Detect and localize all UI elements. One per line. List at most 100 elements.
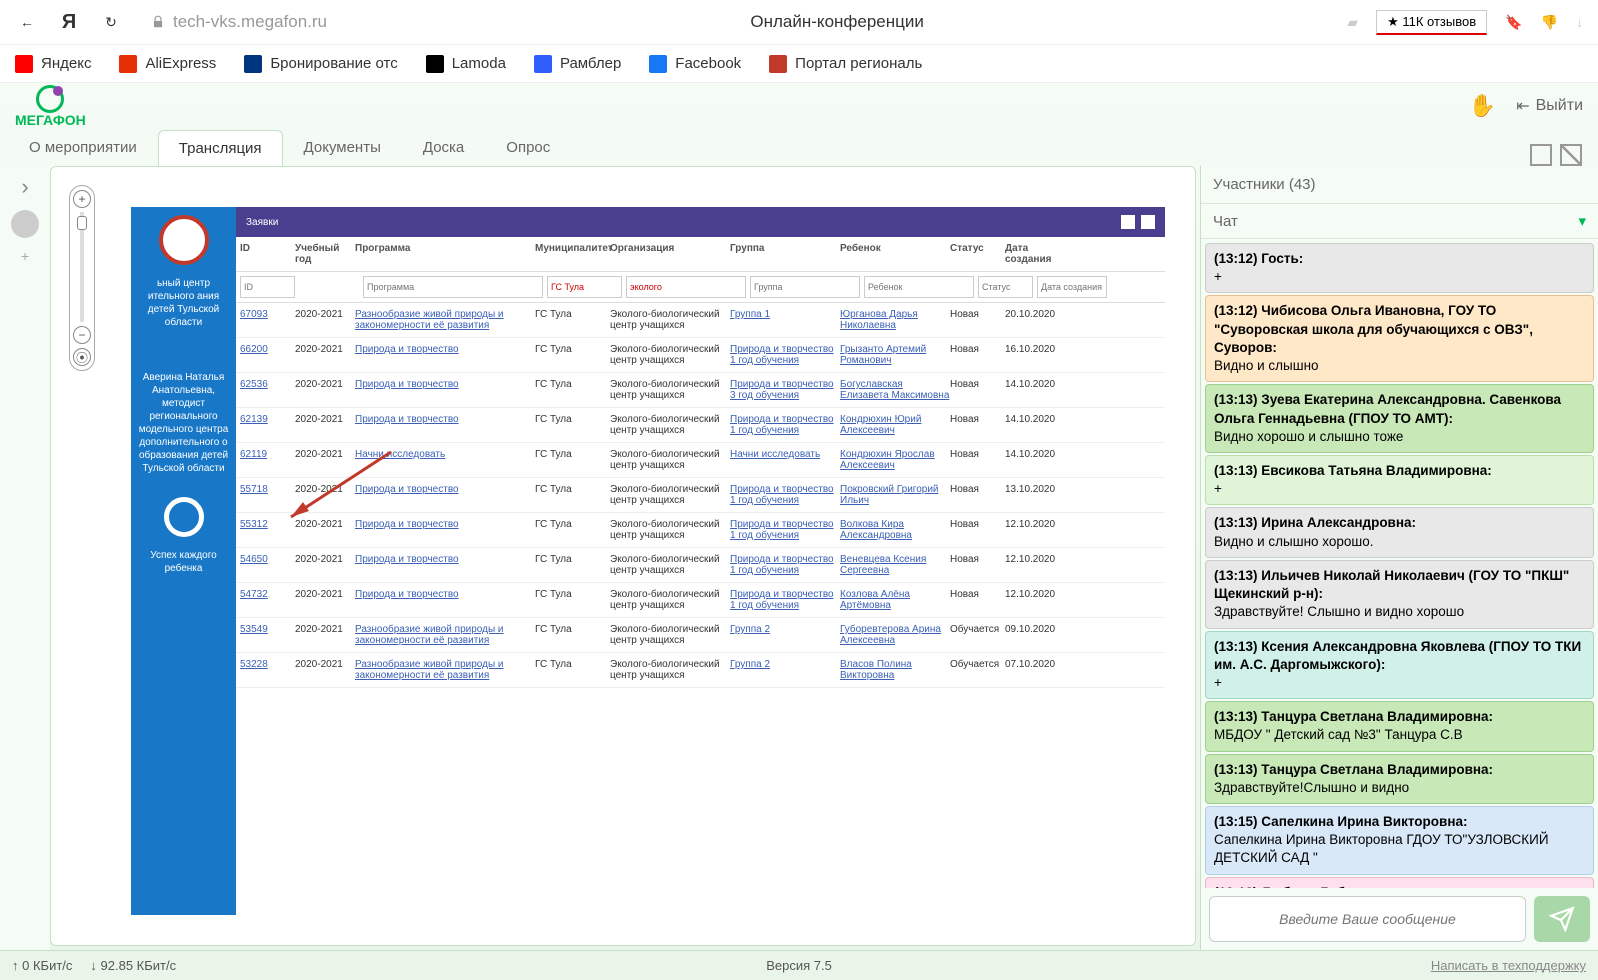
chat-input-row — [1201, 888, 1598, 950]
filter-id[interactable] — [240, 276, 295, 298]
bookmark-item[interactable]: Facebook — [649, 55, 741, 73]
bookmark-item[interactable]: AliExpress — [119, 55, 216, 73]
exit-button[interactable]: ⇤ Выйти — [1516, 96, 1583, 116]
org-title: ьный центр ительного ания детей Тульской… — [137, 277, 230, 329]
presenter-name: Аверина Наталья Анатольевна, методист ре… — [137, 371, 230, 475]
bookmark-item[interactable]: Портал региональ — [769, 55, 922, 73]
grid-icon[interactable] — [1121, 215, 1135, 229]
avatar[interactable] — [11, 210, 39, 238]
table-row[interactable]: 621392020-2021Природа и творчествоГС Тул… — [236, 408, 1165, 443]
ring-icon — [164, 497, 204, 537]
zoom-in-button[interactable]: + — [73, 190, 91, 208]
table-row[interactable]: 662002020-2021Природа и творчествоГС Тул… — [236, 338, 1165, 373]
logo-icon — [36, 85, 64, 113]
bookmark-item[interactable]: Рамблер — [534, 55, 621, 73]
main-row: › + + − ⦿ ьный центр ительного ания дете… — [0, 166, 1598, 950]
bookmark-item[interactable]: Яндекс — [15, 55, 91, 73]
back-button[interactable]: ← — [15, 10, 39, 34]
zoom-slider[interactable] — [80, 212, 84, 322]
status-bar: ↑ 0 КБит/с ↓ 92.85 КБит/с Версия 7.5 Нап… — [0, 950, 1598, 980]
table-row[interactable]: 670932020-2021Разнообразие живой природы… — [236, 303, 1165, 338]
tab-Трансляция[interactable]: Трансляция — [158, 130, 283, 166]
exit-icon: ⇤ — [1516, 96, 1529, 116]
page-title: Онлайн-конференции — [345, 12, 1329, 32]
left-column: › + — [0, 166, 50, 950]
app-header: МЕГАФОН ✋ ⇤ Выйти — [0, 83, 1598, 128]
chat-message: (13:12) Гость:+ — [1205, 243, 1594, 293]
zoom-control: + − ⦿ — [69, 185, 95, 371]
megafon-logo: МЕГАФОН — [15, 85, 86, 127]
minimize-button[interactable] — [1530, 144, 1552, 166]
chat-message: (13:13) Ксения Александровна Яковлева (Г… — [1205, 631, 1594, 700]
yandex-button[interactable]: Я — [57, 10, 81, 34]
table-row[interactable]: 547322020-2021Природа и творчествоГС Тул… — [236, 583, 1165, 618]
bookmark-item[interactable]: Lamoda — [426, 55, 506, 73]
filter-mun[interactable] — [547, 276, 622, 298]
table-row[interactable]: 553122020-2021Природа и творчествоГС Тул… — [236, 513, 1165, 548]
table-row[interactable]: 557182020-2021Природа и творчествоГС Тул… — [236, 478, 1165, 513]
tab-О мероприятии[interactable]: О мероприятии — [8, 129, 158, 166]
send-icon — [1549, 906, 1575, 932]
shared-screen: ьный центр ительного ания детей Тульской… — [131, 207, 1165, 915]
chat-header[interactable]: Чат ▾ — [1201, 204, 1598, 239]
table-row[interactable]: 621192020-2021Начни исследоватьГС ТулаЭк… — [236, 443, 1165, 478]
tab-Доска[interactable]: Доска — [402, 129, 485, 166]
table-titlebar: Заявки — [236, 207, 1165, 237]
expand-icon[interactable] — [1141, 215, 1155, 229]
send-button[interactable] — [1534, 896, 1590, 942]
chat-message: (13:15) Сапелкина Ирина Викторовна:Сапел… — [1205, 806, 1594, 875]
chat-list[interactable]: (13:12) Гость:+(13:12) Чибисова Ольга Ив… — [1201, 239, 1598, 888]
tabs-row: О мероприятииТрансляцияДокументыДоскаОпр… — [0, 128, 1598, 166]
fullscreen-button[interactable] — [1560, 144, 1582, 166]
table-header-row: IDУчебный годПрограммаМуниципалитетОрган… — [236, 237, 1165, 272]
tab-Документы[interactable]: Документы — [283, 129, 402, 166]
browser-toolbar: ← Я ↻ tech-vks.megafon.ru Онлайн-конфере… — [0, 0, 1598, 45]
participants-header[interactable]: Участники (43) — [1201, 166, 1598, 204]
zoom-reset-button[interactable]: ⦿ — [73, 348, 91, 366]
upload-speed: ↑ 0 КБит/с — [12, 958, 72, 973]
tab-Опрос[interactable]: Опрос — [485, 129, 571, 166]
data-table-area: Заявки IDУчебный годПрограммаМуниципалит… — [236, 207, 1165, 915]
support-link[interactable]: Написать в техподдержку — [1431, 958, 1586, 973]
extension-icon[interactable]: 👎 — [1541, 14, 1558, 31]
table-row[interactable]: 625362020-2021Природа и творчествоГС Тул… — [236, 373, 1165, 408]
lock-icon — [151, 15, 165, 29]
chat-message: (13:13) Евсикова Татьяна Владимировна:+ — [1205, 455, 1594, 505]
address-bar[interactable]: tech-vks.megafon.ru — [151, 12, 327, 32]
app-container: МЕГАФОН ✋ ⇤ Выйти О мероприятииТрансляци… — [0, 83, 1598, 980]
filter-org[interactable] — [626, 276, 746, 298]
bookmark-item[interactable]: Бронирование отс — [244, 55, 397, 73]
chat-message: (13:12) Чибисова Ольга Ивановна, ГОУ ТО … — [1205, 295, 1594, 382]
zoom-out-button[interactable]: − — [73, 326, 91, 344]
presentation-viewport: + − ⦿ ьный центр ительного ания детей Ту… — [50, 166, 1196, 946]
hand-icon[interactable]: ✋ — [1469, 93, 1496, 119]
chat-label: Чат — [1213, 213, 1238, 230]
chat-message: (13:18) Любовь Лобзова:Добрый день! МКОУ… — [1205, 877, 1594, 888]
filter-status[interactable] — [978, 276, 1033, 298]
bookmarks-bar: Яндекс AliExpress Бронирование отс Lamoda Ра… — [0, 45, 1598, 83]
table-row[interactable]: 532282020-2021Разнообразие живой природы… — [236, 653, 1165, 688]
table-title: Заявки — [246, 217, 278, 228]
chat-message: (13:13) Ирина Александровна:Видно и слыш… — [1205, 507, 1594, 557]
reviews-badge[interactable]: ★ 11К отзывов — [1376, 10, 1487, 35]
chat-input[interactable] — [1209, 896, 1526, 942]
chat-message: (13:13) Зуева Екатерина Александровна. С… — [1205, 384, 1594, 453]
bookmark-icon[interactable]: 🔖 — [1505, 14, 1522, 31]
reload-button[interactable]: ↻ — [99, 10, 123, 34]
table-row[interactable]: 535492020-2021Разнообразие живой природы… — [236, 618, 1165, 653]
filter-group[interactable] — [750, 276, 860, 298]
chat-message: (13:13) Ильичев Николай Николаевич (ГОУ … — [1205, 560, 1594, 629]
slogan-text: Успех каждого ребенка — [137, 549, 230, 575]
download-icon[interactable]: ↓ — [1576, 14, 1583, 30]
data-table: IDУчебный годПрограммаМуниципалитетОрган… — [236, 237, 1165, 915]
chat-icon[interactable]: ▰ — [1347, 14, 1358, 31]
right-sidebar: Участники (43) Чат ▾ (13:12) Гость:+(13:… — [1200, 166, 1598, 950]
filter-program[interactable] — [363, 276, 543, 298]
table-row[interactable]: 546502020-2021Природа и творчествоГС Тул… — [236, 548, 1165, 583]
exit-label: Выйти — [1536, 97, 1583, 115]
expand-icon[interactable]: › — [21, 174, 28, 200]
version-label: Версия 7.5 — [766, 958, 832, 973]
filter-child[interactable] — [864, 276, 974, 298]
add-button[interactable]: + — [21, 248, 29, 264]
filter-date[interactable] — [1037, 276, 1107, 298]
